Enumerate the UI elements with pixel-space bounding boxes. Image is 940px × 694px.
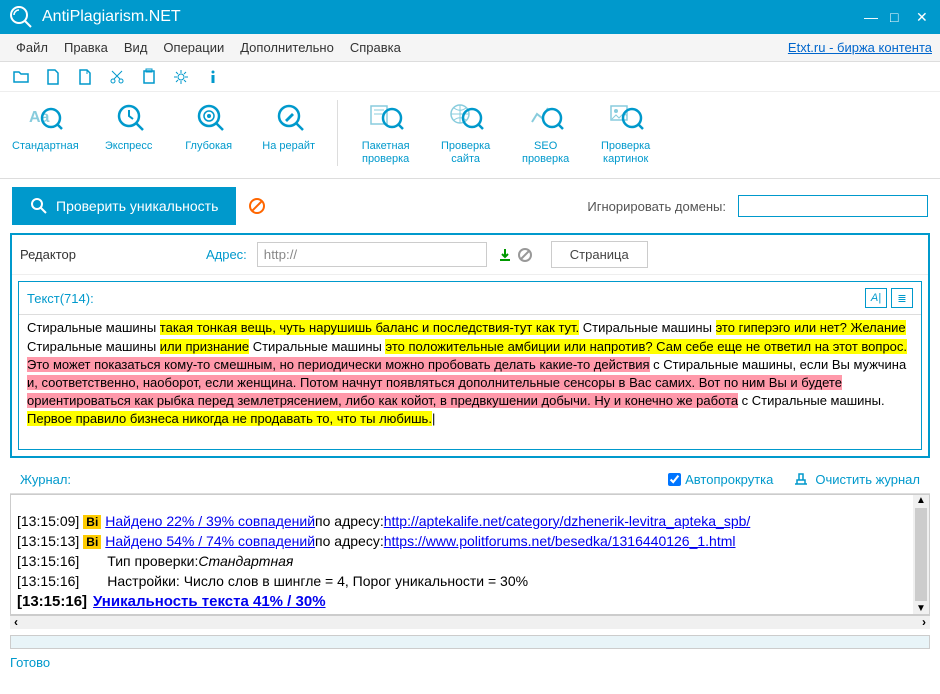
menu-edit[interactable]: Правка — [56, 36, 116, 59]
vertical-scrollbar[interactable]: ▲ ▼ — [913, 495, 929, 614]
horizontal-scrollbar[interactable]: ‹ › — [10, 615, 930, 629]
menu-file[interactable]: Файл — [8, 36, 56, 59]
toolbar-small — [0, 62, 940, 92]
check-button-label: Проверить уникальность — [56, 198, 218, 214]
address-input[interactable] — [257, 242, 487, 267]
editor-label: Редактор — [20, 247, 76, 262]
rewrite-label: На рерайт — [262, 140, 315, 153]
maximize-button[interactable]: □ — [890, 9, 906, 25]
match-link[interactable]: Найдено 54% / 74% совпадений — [105, 533, 315, 549]
seo-label: SEO проверка — [522, 140, 569, 166]
journal-row: [13:15:16] Уникальность текста 41% / 30% — [13, 591, 927, 612]
journal-label: Журнал: — [20, 472, 71, 487]
image-label: Проверка картинок — [601, 140, 650, 166]
check-rewrite-button[interactable]: На рерайт — [259, 100, 319, 166]
batch-label: Пакетная проверка — [362, 140, 410, 166]
editor-area: Редактор Адрес: Страница Текст(714): A| … — [10, 233, 930, 457]
download-icon[interactable] — [497, 247, 513, 263]
window-title: AntiPlagiarism.NET — [42, 8, 864, 26]
batch-check-button[interactable]: Пакетная проверка — [356, 100, 416, 166]
cut-icon[interactable] — [108, 68, 126, 86]
open-folder-icon[interactable] — [12, 68, 30, 86]
source-badge: Bi — [83, 515, 101, 529]
check-uniqueness-button[interactable]: Проверить уникальность — [12, 187, 236, 225]
rewrite-search-icon — [271, 100, 307, 136]
close-button[interactable]: ✕ — [916, 9, 932, 25]
info-icon[interactable] — [204, 68, 222, 86]
site-check-button[interactable]: Проверка сайта — [436, 100, 496, 166]
match-link[interactable]: Найдено 22% / 39% совпадений — [105, 513, 315, 529]
cancel-icon[interactable] — [248, 197, 266, 215]
journal: [13:15:09] Bi Найдено 22% / 39% совпаден… — [10, 494, 930, 615]
autoscroll-checkbox[interactable]: Автопрокрутка — [668, 472, 773, 487]
status-text: Готово — [10, 655, 50, 670]
journal-row: [13:15:16] Настройки: Число слов в шингл… — [13, 571, 927, 591]
journal-row: [13:15:16] Тип проверки: Стандартная — [13, 551, 927, 571]
seo-search-icon — [528, 100, 564, 136]
titlebar: AntiPlagiarism.NET — □ ✕ — [0, 0, 940, 34]
status-bar: Готово — [0, 651, 940, 674]
journal-row: [13:15:13] Bi Найдено 54% / 74% совпаден… — [13, 531, 927, 551]
check-standard-button[interactable]: Aa Стандартная — [12, 100, 79, 166]
image-search-icon — [608, 100, 644, 136]
new-file-icon[interactable] — [44, 68, 62, 86]
clear-journal-button[interactable]: Очистить журнал — [793, 472, 920, 487]
toolbar-big: Aa Стандартная Экспресс Глубокая На рера… — [0, 92, 940, 179]
etxt-link[interactable]: Etxt.ru - биржа контента — [788, 40, 932, 55]
broom-icon — [793, 472, 809, 486]
ignore-domains-input[interactable] — [738, 195, 928, 217]
menubar: Файл Правка Вид Операции Дополнительно С… — [0, 34, 940, 62]
site-label: Проверка сайта — [441, 140, 490, 166]
text-area: Текст(714): A| ≣ Стиральные машины такая… — [18, 281, 922, 449]
save-file-icon[interactable] — [76, 68, 94, 86]
block-icon[interactable] — [517, 247, 533, 263]
journal-row: [13:15:09] Bi Найдено 22% / 39% совпаден… — [13, 511, 927, 531]
deep-label: Глубокая — [185, 140, 232, 153]
menu-help[interactable]: Справка — [342, 36, 409, 59]
autoscroll-input[interactable] — [668, 473, 681, 486]
minimize-button[interactable]: — — [864, 9, 880, 25]
menu-operations[interactable]: Операции — [155, 36, 232, 59]
batch-search-icon — [368, 100, 404, 136]
standard-label: Стандартная — [12, 140, 79, 153]
standard-search-icon: Aa — [27, 100, 63, 136]
image-check-button[interactable]: Проверка картинок — [596, 100, 656, 166]
express-label: Экспресс — [105, 140, 153, 153]
menu-additional[interactable]: Дополнительно — [232, 36, 342, 59]
text-header: Текст(714): A| ≣ — [19, 282, 921, 315]
address-label: Адрес: — [206, 247, 247, 262]
seo-check-button[interactable]: SEO проверка — [516, 100, 576, 166]
ignore-domains-label: Игнорировать домены: — [587, 199, 726, 214]
url-link[interactable]: https://www.politforums.net/besedka/1316… — [384, 533, 736, 549]
journal-header: Журнал: Автопрокрутка Очистить журнал — [10, 466, 930, 494]
deep-search-icon — [191, 100, 227, 136]
text-count-label: Текст(714): — [27, 291, 94, 306]
check-deep-button[interactable]: Глубокая — [179, 100, 239, 166]
source-badge: Bi — [83, 535, 101, 549]
search-icon — [30, 197, 48, 215]
editor-text-content[interactable]: Стиральные машины такая тонкая вещь, чут… — [19, 315, 921, 448]
progress-bar — [10, 635, 930, 649]
journal-row — [13, 497, 927, 511]
site-search-icon — [448, 100, 484, 136]
editor-header: Редактор Адрес: Страница — [12, 235, 928, 275]
action-row: Проверить уникальность Игнорировать доме… — [0, 179, 940, 233]
url-link[interactable]: http://aptekalife.net/category/dzhenerik… — [384, 513, 751, 529]
paste-icon[interactable] — [140, 68, 158, 86]
page-tab[interactable]: Страница — [551, 241, 648, 268]
settings-icon[interactable] — [172, 68, 190, 86]
format-icon[interactable]: A| — [865, 288, 887, 308]
express-search-icon — [111, 100, 147, 136]
check-express-button[interactable]: Экспресс — [99, 100, 159, 166]
app-logo-icon — [8, 4, 34, 30]
list-view-icon[interactable]: ≣ — [891, 288, 913, 308]
uniqueness-result-link[interactable]: Уникальность текста 41% / 30% — [93, 593, 326, 610]
menu-view[interactable]: Вид — [116, 36, 156, 59]
